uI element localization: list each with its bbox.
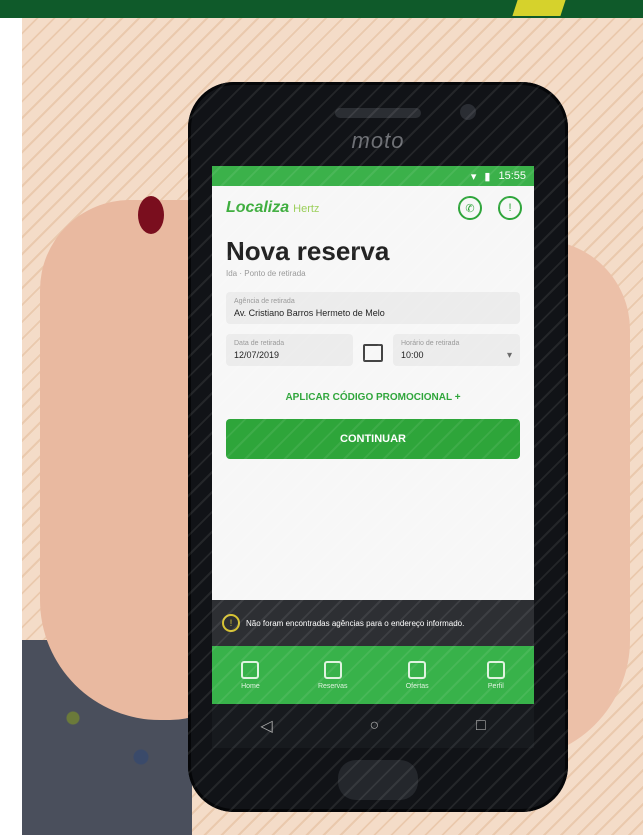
warning-banner: ! Não foram encontradas agências para o … <box>212 600 534 646</box>
pickup-location-field[interactable]: Agência de retirada Av. Cristiano Barros… <box>226 292 520 324</box>
date-time-row: Data de retirada 12/07/2019 Horário de r… <box>226 334 520 366</box>
warning-text: Não foram encontradas agências para o en… <box>246 618 465 628</box>
bell-icon[interactable]: ! <box>498 196 522 220</box>
user-icon <box>486 660 505 679</box>
fingernail-left <box>138 196 164 234</box>
nav-item-home[interactable]: Home <box>241 660 260 690</box>
phone-device: moto ▾ ▮ 15:55 Localiza Hertz ✆ ! Nova re… <box>188 82 568 812</box>
nav-item-reservas[interactable]: Reservas <box>317 660 348 690</box>
pickup-time-value: 10:00 <box>401 350 424 360</box>
pickup-time-label: Horário de retirada <box>401 340 460 347</box>
back-icon[interactable]: ◁ <box>260 716 272 736</box>
status-time: 15:55 <box>498 170 526 182</box>
bottom-navigation: Home Reservas Ofertas Perfil <box>212 646 534 704</box>
tag-icon <box>408 660 427 679</box>
system-navigation: ◁ ○ □ <box>212 704 534 748</box>
pickup-date-value: 12/07/2019 <box>234 350 280 360</box>
nav-label-reservas: Reservas <box>317 682 348 690</box>
header-actions: ✆ ! <box>458 196 522 220</box>
top-accent-stripe <box>512 0 566 16</box>
nav-item-ofertas[interactable]: Ofertas <box>405 660 429 690</box>
document-icon <box>323 660 342 679</box>
chevron-down-icon: ▾ <box>506 350 512 361</box>
pickup-date-label: Data de retirada <box>234 340 285 347</box>
phone-camera <box>460 104 476 120</box>
pickup-location-label: Agência de retirada <box>234 298 295 305</box>
brand-name: Localiza <box>226 199 290 216</box>
phone-fingerprint-button <box>338 760 418 800</box>
brand-sub: Hertz <box>293 203 320 215</box>
pickup-date-field[interactable]: Data de retirada 12/07/2019 <box>226 334 383 366</box>
nav-label-perfil: Perfil <box>487 682 504 690</box>
phone-speaker <box>335 108 421 118</box>
brand-logo: Localiza Hertz <box>226 199 319 217</box>
whatsapp-icon[interactable]: ✆ <box>458 196 482 220</box>
wifi-icon: ▾ <box>470 170 477 183</box>
phone-brand-label: moto <box>351 128 405 153</box>
nav-item-perfil[interactable]: Perfil <box>486 660 505 690</box>
status-bar: ▾ ▮ 15:55 <box>212 166 534 186</box>
left-margin <box>0 18 22 835</box>
app-header: Localiza Hertz ✆ ! <box>212 186 534 226</box>
pickup-time-field[interactable]: Horário de retirada 10:00 ▾ <box>393 334 520 366</box>
pickup-location-value: Av. Cristiano Barros Hermeto de Melo <box>234 308 385 318</box>
home-button-icon[interactable]: ○ <box>369 717 379 735</box>
warning-icon: ! <box>222 614 240 632</box>
page-title: Nova reserva <box>226 236 390 266</box>
promo-code-link[interactable]: APLICAR CÓDIGO PROMOCIONAL + <box>212 366 534 419</box>
recent-apps-icon[interactable]: □ <box>476 717 486 735</box>
nav-label-home: Home <box>241 682 260 690</box>
nav-label-ofertas: Ofertas <box>405 682 429 690</box>
page-subtitle: Ida · Ponto de retirada <box>226 269 306 278</box>
continue-button[interactable]: CONTINUAR <box>226 419 520 459</box>
phone-screen: ▾ ▮ 15:55 Localiza Hertz ✆ ! Nova reserva… <box>212 166 534 748</box>
home-icon <box>241 660 260 679</box>
battery-icon: ▮ <box>484 170 491 183</box>
calendar-icon[interactable] <box>363 344 383 362</box>
